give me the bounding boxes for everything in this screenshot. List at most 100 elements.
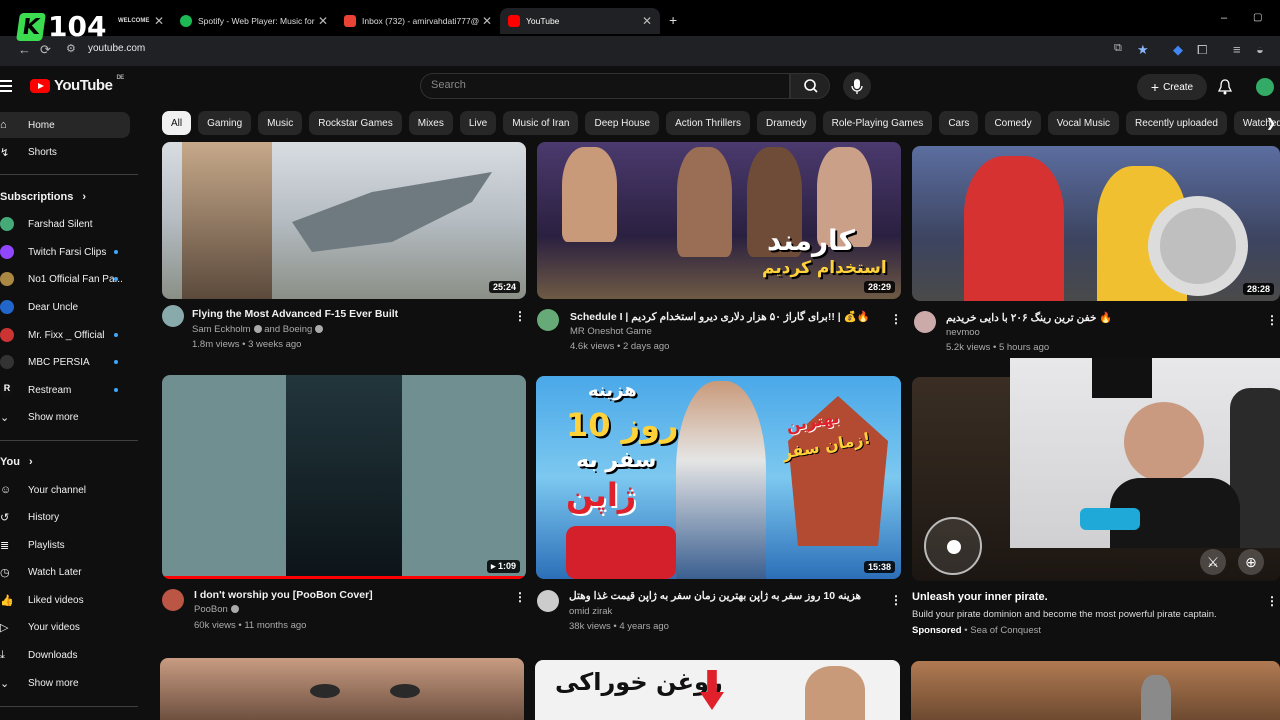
channel-name[interactable]: PooBon — [194, 604, 228, 615]
site-info-icon[interactable]: ⚙ — [66, 42, 76, 55]
sidebar-sub-mbc-persia[interactable]: MBC PERSIA — [0, 349, 130, 375]
sidebar-sub-restream[interactable]: R Restream — [0, 377, 130, 403]
video-thumbnail[interactable]: 25:24 — [162, 142, 526, 299]
url-field[interactable]: youtube.com — [88, 43, 145, 54]
video-title[interactable]: هزینه 10 روز سفر به ژاپن بهترین زمان سفر… — [569, 590, 874, 602]
reload-icon[interactable]: ⟳ — [40, 42, 51, 58]
tab-spotify[interactable]: Spotify - Web Player: Music for ✕ — [172, 8, 336, 34]
channel-avatar[interactable] — [162, 589, 184, 611]
notifications-bell-icon[interactable] — [1217, 79, 1233, 98]
close-tab-icon[interactable]: ✕ — [318, 14, 328, 28]
back-icon[interactable]: ← — [18, 42, 31, 57]
chip-cars[interactable]: Cars — [939, 111, 979, 135]
extension-icon[interactable]: ◆ — [1173, 42, 1183, 58]
youtube-logo[interactable]: YouTube DE — [30, 75, 124, 94]
more-options-icon[interactable]: ⋮ — [514, 590, 526, 604]
sidebar-item-your-videos[interactable]: ▷ Your videos — [0, 614, 130, 640]
chip-dramedy[interactable]: Dramedy — [757, 111, 816, 135]
you-heading[interactable]: You › — [0, 456, 33, 468]
more-options-icon[interactable]: ⋮ — [890, 312, 902, 326]
voice-search-button[interactable] — [843, 72, 871, 100]
sidebar-item-playlists[interactable]: ≣ Playlists — [0, 532, 130, 558]
channel-name[interactable]: nevmoo — [946, 327, 980, 338]
close-tab-icon[interactable]: ✕ — [642, 14, 652, 28]
channel-name[interactable]: omid zirak — [569, 606, 612, 617]
more-options-icon[interactable]: ⋮ — [890, 593, 902, 607]
chip-vocal-music[interactable]: Vocal Music — [1047, 111, 1120, 135]
chevron-right-icon[interactable]: ❯ — [1266, 116, 1276, 130]
more-options-icon[interactable]: ⋮ — [514, 309, 526, 323]
sidebar-sub-mr-fixx[interactable]: Mr. Fixx _ Official — [0, 322, 130, 348]
new-tab-icon[interactable]: + — [669, 12, 677, 28]
video-title[interactable]: Flying the Most Advanced F-15 Ever Built — [192, 308, 512, 320]
channel-extra[interactable]: and Boeing — [264, 324, 312, 335]
video-thumbnail[interactable] — [160, 658, 524, 720]
sidebar-show-more-subs[interactable]: ⌄ Show more — [0, 404, 130, 430]
close-tab-icon[interactable]: ✕ — [482, 14, 492, 28]
chip-mixes[interactable]: Mixes — [408, 111, 453, 135]
sidebar-item-watch-later[interactable]: ◷ Watch Later — [0, 559, 130, 585]
video-channel[interactable]: Sam Eckholm and Boeing — [192, 324, 324, 335]
channel-avatar[interactable] — [914, 311, 936, 333]
install-icon[interactable]: ⧉ — [1114, 42, 1122, 55]
account-avatar[interactable] — [1256, 78, 1274, 96]
create-button[interactable]: + Create — [1137, 74, 1207, 100]
media-icon[interactable]: ≡ — [1233, 42, 1241, 57]
channel-avatar[interactable] — [537, 309, 559, 331]
sidebar-item-downloads[interactable]: ⤓ Downloads — [0, 642, 130, 668]
video-thumbnail[interactable] — [911, 661, 1280, 720]
tab-youtube[interactable]: YouTube ✕ — [500, 8, 660, 34]
channel-name[interactable]: Sam Eckholm — [192, 324, 251, 335]
minimize-icon[interactable]: – — [1221, 12, 1227, 24]
video-thumbnail[interactable]: هزینه 10 روز سفر به ژاپن بهترین زمان سفر… — [536, 376, 901, 579]
video-thumbnail[interactable]: ▸ 1:09 — [162, 375, 526, 579]
video-title[interactable]: I don't worship you [PooBon Cover] — [194, 589, 494, 601]
chip-role-playing-games[interactable]: Role-Playing Games — [822, 111, 933, 135]
search-input[interactable]: Search — [420, 73, 790, 99]
ad-title[interactable]: Unleash your inner pirate. — [912, 591, 1048, 603]
video-title[interactable]: خفن ترین رینگ ۲۰۶ با دایی خریدیم 🔥 — [946, 311, 1246, 324]
channel-avatar[interactable] — [162, 305, 184, 327]
subscriptions-heading[interactable]: Subscriptions › — [0, 191, 86, 203]
extensions-puzzle-icon[interactable]: ⧠ — [1197, 42, 1207, 58]
search-button[interactable] — [790, 73, 830, 99]
video-thumbnail[interactable]: 28:28 — [912, 146, 1280, 301]
close-tab-icon[interactable]: ✕ — [154, 14, 164, 28]
chip-action-thrillers[interactable]: Action Thrillers — [666, 111, 751, 135]
channel-avatar[interactable] — [537, 590, 559, 612]
sidebar-item-history[interactable]: ↺ History — [0, 504, 130, 530]
video-thumbnail[interactable]: روغن خوراکی — [535, 660, 900, 720]
video-channel[interactable]: PooBon — [194, 604, 239, 615]
chip-live[interactable]: Live — [459, 111, 497, 135]
sidebar-item-liked-videos[interactable]: 👍 Liked videos — [0, 587, 130, 613]
tab-gmail[interactable]: Inbox (732) - amirvahdati777@ ✕ — [336, 8, 500, 34]
more-options-icon[interactable]: ⋮ — [1266, 313, 1278, 327]
sidebar-item-home[interactable]: ⌂ Home — [0, 112, 130, 138]
sword-icon[interactable]: ⚔ — [1200, 549, 1226, 575]
sidebar-item-shorts[interactable]: ↯ Shorts — [0, 139, 130, 165]
sidebar-sub-no1-official[interactable]: No1 Official Fan Pa... — [0, 266, 130, 292]
channel-name[interactable]: MR Oneshot Game — [570, 326, 652, 337]
video-thumbnail[interactable]: کارمند استخدام کردیم 28:29 — [537, 142, 901, 299]
video-title[interactable]: Schedule I | برای گاراژ ۵۰ هزار دلاری دی… — [570, 310, 870, 323]
chip-rockstar-games[interactable]: Rockstar Games — [309, 111, 402, 135]
sidebar-sub-farshad-silent[interactable]: Farshad Silent — [0, 211, 130, 237]
sidebar-show-more-you[interactable]: ⌄ Show more — [0, 670, 130, 696]
chip-comedy[interactable]: Comedy — [985, 111, 1041, 135]
chip-music-of-iran[interactable]: Music of Iran — [503, 111, 579, 135]
chip-gaming[interactable]: Gaming — [198, 111, 252, 135]
advertiser-name[interactable]: • Sea of Conquest — [964, 625, 1041, 636]
target-icon[interactable]: ⊕ — [1238, 549, 1264, 575]
chip-all[interactable]: All — [162, 111, 192, 135]
sidebar-sub-dear-uncle[interactable]: Dear Uncle — [0, 294, 130, 320]
chip-recently-uploaded[interactable]: Recently uploaded — [1126, 111, 1227, 135]
profile-icon[interactable]: ◒ — [1256, 42, 1264, 57]
bookmark-star-icon[interactable]: ★ — [1137, 42, 1149, 58]
chip-music[interactable]: Music — [258, 111, 303, 135]
more-options-icon[interactable]: ⋮ — [1266, 594, 1278, 608]
sidebar-sub-twitch-farsi-clips[interactable]: Twitch Farsi Clips — [0, 239, 130, 265]
sidebar-item-your-channel[interactable]: ☺ Your channel — [0, 477, 130, 503]
maximize-icon[interactable]: ▢ — [1253, 12, 1262, 23]
chip-deep-house[interactable]: Deep House — [585, 111, 660, 135]
menu-icon[interactable] — [0, 80, 12, 95]
